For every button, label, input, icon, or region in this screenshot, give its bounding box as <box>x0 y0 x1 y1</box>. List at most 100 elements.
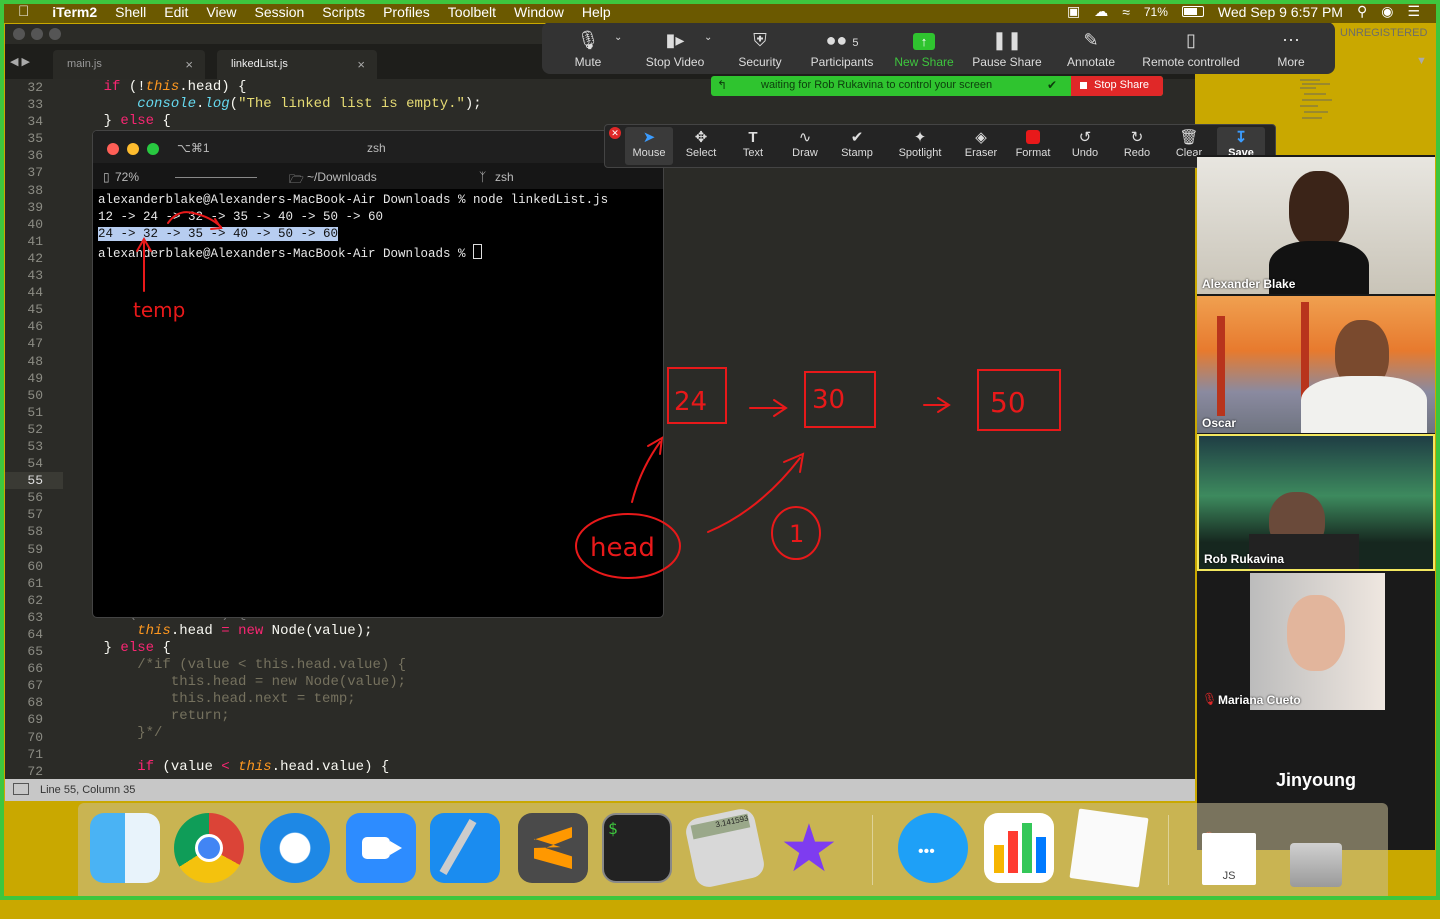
video-tile-alexander[interactable]: Alexander Blake <box>1197 157 1435 294</box>
tool-format[interactable]: Format <box>1009 129 1057 159</box>
squiggle-icon: ∿ <box>798 129 812 146</box>
line-number: 44 <box>27 285 43 301</box>
tool-label: Spotlight <box>898 147 942 159</box>
calculator-icon[interactable]: 3.141593 <box>683 806 767 890</box>
minimize-dot-icon[interactable] <box>31 28 43 40</box>
tool-label: Select <box>685 147 717 159</box>
unregistered-label: UNREGISTERED <box>1340 27 1428 39</box>
tab-linkedlist-js[interactable]: linkedList.js × <box>217 50 377 79</box>
minimap[interactable] <box>1296 76 1336 126</box>
menu-view[interactable]: View <box>197 4 245 20</box>
menubar-clock[interactable]: Wed Sep 9 6:57 PM <box>1218 4 1343 20</box>
textedit-icon[interactable] <box>1069 808 1149 888</box>
line-number-gutter: 32 33 34 35 36 37 38 39 40 41 42 43 44 45 46 47 48 49 50 51… <box>5 79 63 779</box>
node-label: 1 <box>789 520 804 548</box>
stop-share-button[interactable]: Stop Share <box>1071 76 1163 96</box>
participant-face <box>1287 595 1345 671</box>
menu-edit[interactable]: Edit <box>155 4 197 20</box>
apple-icon[interactable]:  <box>0 3 43 20</box>
video-options-chevron-icon[interactable]: ⌄ <box>704 32 712 43</box>
tab-dropdown-icon[interactable]: ▼ <box>1416 55 1427 67</box>
line-number: 61 <box>27 575 43 591</box>
tool-mouse[interactable]: ➤ Mouse <box>625 127 673 165</box>
redo-icon: ↻ <box>1130 129 1144 146</box>
pause-icon: ❚❚ <box>991 30 1023 50</box>
cloud-upload-icon[interactable]: ☁ <box>1094 3 1108 20</box>
tool-select[interactable]: ✥ Select <box>677 129 725 159</box>
participants-button[interactable]: ●● 5 Participants <box>806 28 878 69</box>
panel-toggle-icon[interactable] <box>13 783 29 795</box>
cursor-position: Line 55, Column 35 <box>40 784 136 796</box>
tool-redo[interactable]: ↻ Redo <box>1113 129 1161 159</box>
participants-label: Participants <box>810 55 874 69</box>
line-number: 60 <box>27 558 43 574</box>
menu-help[interactable]: Help <box>573 4 620 20</box>
remote-control-button[interactable]: ▯ Remote controlled <box>1136 28 1246 69</box>
menu-app-name[interactable]: iTerm2 <box>43 4 106 20</box>
line-number: 32 <box>27 80 43 95</box>
video-tile-rob[interactable]: Rob Rukavina <box>1197 434 1435 571</box>
stop-video-button[interactable]: ▮▸ Stop Video <box>640 28 710 69</box>
zoom-status-icon[interactable]: ▣ <box>1067 3 1080 20</box>
line-number: 65 <box>27 644 43 660</box>
messages-icon[interactable]: ••• <box>898 813 968 883</box>
user-account-icon[interactable]: ◉ <box>1381 3 1393 20</box>
line-number: 68 <box>27 695 43 711</box>
line-number: 33 <box>27 97 43 113</box>
mute-button[interactable]: 🎙 Mute <box>560 28 616 69</box>
tool-text[interactable]: T Text <box>729 129 777 159</box>
menu-shell[interactable]: Shell <box>106 4 155 20</box>
new-share-button[interactable]: ↑ New Share <box>890 28 958 69</box>
box-label-30: 30 <box>812 385 845 415</box>
close-dot-icon[interactable] <box>13 28 25 40</box>
menu-session[interactable]: Session <box>245 4 313 20</box>
annotate-button[interactable]: ✎ Annotate <box>1062 28 1120 69</box>
notification-center-icon[interactable]: ☰ <box>1407 3 1420 20</box>
close-annotation-icon[interactable]: ✕ <box>609 127 621 139</box>
tool-stamp[interactable]: ✔ Stamp <box>833 129 881 159</box>
trash-icon[interactable] <box>1290 843 1342 887</box>
zoom-dot-icon[interactable] <box>49 28 61 40</box>
more-button[interactable]: ⋯ More <box>1266 28 1316 69</box>
new-share-label: New Share <box>894 55 954 69</box>
tool-undo[interactable]: ↺ Undo <box>1061 129 1109 159</box>
zoom-icon[interactable] <box>346 813 416 883</box>
menu-scripts[interactable]: Scripts <box>313 4 374 20</box>
battery-icon[interactable] <box>1181 6 1204 17</box>
tool-label: Redo <box>1123 147 1151 159</box>
text-t-icon: T <box>748 129 758 146</box>
pause-share-button[interactable]: ❚❚ Pause Share <box>970 28 1044 69</box>
menu-window[interactable]: Window <box>505 4 573 20</box>
line-number: 48 <box>27 353 43 369</box>
menu-profiles[interactable]: Profiles <box>374 4 439 20</box>
video-tile-mariana[interactable]: 🎙 Mariana Cueto <box>1197 573 1435 710</box>
security-button[interactable]: ⛨ Security <box>728 28 792 69</box>
finder-icon[interactable] <box>90 813 160 883</box>
xcode-icon[interactable] <box>430 813 500 883</box>
tool-label: Stamp <box>841 147 873 159</box>
numbers-icon[interactable] <box>984 813 1054 883</box>
tab-nav-arrows-icon[interactable]: ◀ ▶ <box>10 55 30 68</box>
tool-draw[interactable]: ∿ Draw <box>781 129 829 159</box>
box-label-50: 50 <box>990 386 1026 419</box>
annotation-toolbar: ✕ ➤ Mouse ✥ Select T Text ∿ Draw ✔ Stamp ✦ Spo… <box>604 124 1276 168</box>
imovie-icon[interactable]: ★ <box>774 813 844 883</box>
tab-close-icon[interactable]: × <box>357 57 365 72</box>
safari-icon[interactable] <box>260 813 330 883</box>
video-tile-oscar[interactable]: Oscar <box>1197 296 1435 433</box>
js-file-icon[interactable]: JS <box>1202 833 1256 885</box>
tab-close-icon[interactable]: × <box>185 57 193 72</box>
mute-options-chevron-icon[interactable]: ⌄ <box>614 32 622 43</box>
bridge-tower <box>1217 316 1225 416</box>
tab-main-js[interactable]: main.js × <box>53 50 205 79</box>
sublime-text-icon[interactable] <box>518 813 588 883</box>
chrome-icon[interactable] <box>174 813 244 883</box>
line-number: 52 <box>27 421 43 437</box>
spotlight-search-icon[interactable]: ⚲ <box>1357 3 1367 20</box>
tool-spotlight[interactable]: ✦ Spotlight <box>895 129 945 159</box>
menu-toolbelt[interactable]: Toolbelt <box>439 4 505 20</box>
tool-eraser[interactable]: ◈ Eraser <box>957 129 1005 159</box>
line-number: 70 <box>27 729 43 745</box>
terminal-icon[interactable]: $ <box>602 813 672 883</box>
wifi-icon[interactable]: ≈ <box>1122 4 1130 20</box>
